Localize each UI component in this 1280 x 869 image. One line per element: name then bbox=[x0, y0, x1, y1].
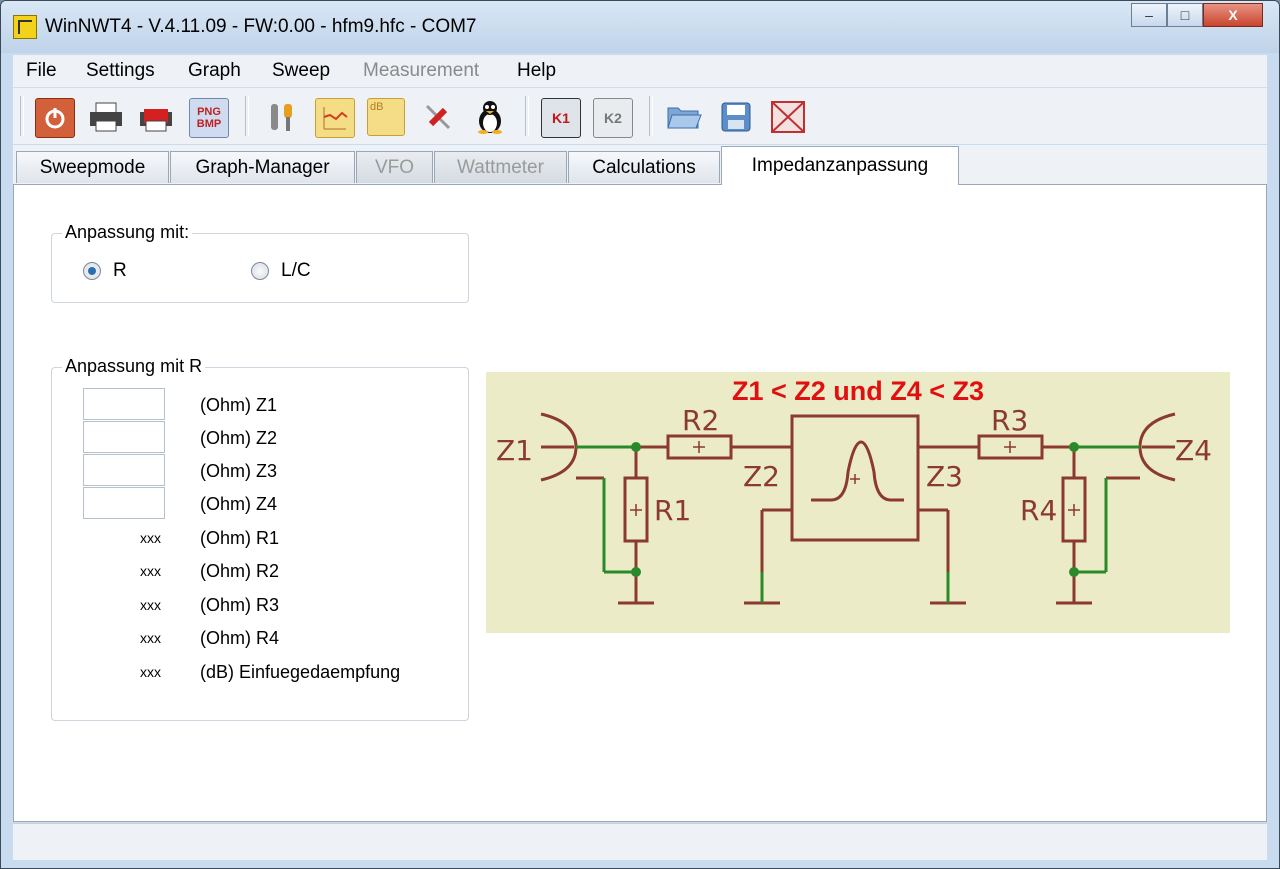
r2-label: (Ohm) R2 bbox=[200, 561, 280, 581]
toolbar-separator bbox=[245, 96, 249, 136]
toolbar-separator bbox=[525, 96, 529, 136]
close-button[interactable]: X bbox=[1203, 3, 1263, 27]
r1-schematic-label: R1 bbox=[654, 494, 691, 527]
window-title: WinNWT4 - V.4.11.09 - FW:0.00 - hfm9.hfc… bbox=[45, 16, 477, 37]
r4-label: (Ohm) R4 bbox=[200, 628, 280, 648]
db-label: dB bbox=[370, 101, 384, 113]
resistor-plus-marks bbox=[630, 441, 1080, 516]
radio-r-label: R bbox=[113, 260, 127, 281]
z1-label: (Ohm) Z1 bbox=[200, 395, 278, 415]
insertion-loss-value: xxx bbox=[140, 664, 161, 680]
r3-schematic-label: R3 bbox=[991, 404, 1028, 437]
r-matching-group: Anpassung mit R (Ohm) Z1 (Ohm) Z2 (Ohm) … bbox=[51, 356, 469, 721]
z2-input[interactable] bbox=[83, 421, 165, 453]
matching-schematic: Z1 < Z2 und Z4 < Z3 Z1 Z2 Z3 Z4 R2 R3 R1… bbox=[486, 372, 1230, 633]
match-mode-title: Anpassung mit: bbox=[62, 222, 193, 243]
r4-schematic-label: R4 bbox=[1020, 494, 1057, 527]
z1-schematic-label: Z1 bbox=[496, 434, 533, 467]
z3-schematic-label: Z3 bbox=[926, 460, 963, 493]
status-bar bbox=[13, 823, 1267, 860]
tab-sweepmode[interactable]: Sweepmode bbox=[16, 151, 169, 183]
menu-sweep[interactable]: Sweep bbox=[272, 60, 330, 82]
schematic-heading: Z1 < Z2 und Z4 < Z3 bbox=[732, 376, 984, 406]
tab-panel-impedanzanpassung: Anpassung mit: R L/C Anpassung mit R (Oh… bbox=[13, 184, 1267, 822]
png-label: PNG bbox=[197, 106, 221, 118]
tab-calculations[interactable]: Calculations bbox=[568, 151, 720, 183]
r2-value: xxx bbox=[140, 563, 161, 579]
bmp-label: BMP bbox=[196, 118, 222, 130]
maximize-button[interactable]: □ bbox=[1167, 3, 1203, 27]
toolbar-separator bbox=[20, 96, 24, 136]
toolbar-separator bbox=[649, 96, 653, 136]
tab-wattmeter[interactable]: Wattmeter bbox=[434, 151, 567, 183]
z1-input[interactable] bbox=[83, 388, 165, 420]
r3-value: xxx bbox=[140, 597, 161, 613]
db-icon[interactable]: dB bbox=[367, 98, 405, 136]
z4-input[interactable] bbox=[83, 487, 165, 519]
z3-input[interactable] bbox=[83, 454, 165, 486]
save-icon[interactable] bbox=[717, 98, 755, 136]
tools-icon[interactable] bbox=[263, 98, 301, 136]
menu-graph[interactable]: Graph bbox=[188, 60, 241, 82]
filter-bandpass-curve bbox=[811, 440, 904, 502]
r3-label: (Ohm) R3 bbox=[200, 595, 280, 615]
r1-value: xxx bbox=[140, 530, 161, 546]
z4-label: (Ohm) Z4 bbox=[200, 494, 278, 514]
printer-icon[interactable] bbox=[87, 98, 125, 136]
radio-r-indicator[interactable] bbox=[83, 262, 101, 280]
png-bmp-icon[interactable]: PNG BMP bbox=[189, 98, 229, 138]
k2-icon[interactable]: K2 bbox=[593, 98, 633, 138]
r2-schematic-label: R2 bbox=[682, 404, 719, 437]
radio-r[interactable]: R bbox=[83, 260, 127, 282]
schematic-drawing: Z1 < Z2 und Z4 < Z3 Z1 Z2 Z3 Z4 R2 R3 R1… bbox=[496, 376, 1212, 605]
graph-icon[interactable] bbox=[315, 98, 355, 138]
radio-lc[interactable]: L/C bbox=[251, 260, 311, 282]
title-bar[interactable]: WinNWT4 - V.4.11.09 - FW:0.00 - hfm9.hfc… bbox=[1, 1, 1279, 53]
radio-lc-label: L/C bbox=[281, 260, 311, 281]
open-folder-icon[interactable] bbox=[665, 98, 703, 136]
tab-bar: Sweepmode Graph-Manager VFO Wattmeter Ca… bbox=[13, 145, 1267, 185]
z2-label: (Ohm) Z2 bbox=[200, 428, 278, 448]
power-icon[interactable] bbox=[35, 98, 75, 138]
r1-label: (Ohm) R1 bbox=[200, 528, 280, 548]
minimize-button[interactable]: – bbox=[1131, 3, 1167, 27]
menu-bar: File Settings Graph Sweep Measurement He… bbox=[13, 55, 1267, 88]
application-window: WinNWT4 - V.4.11.09 - FW:0.00 - hfm9.hfc… bbox=[0, 0, 1280, 869]
toolbar: PNG BMP dB K1 K2 bbox=[13, 88, 1267, 144]
z4-schematic-label: Z4 bbox=[1175, 434, 1212, 467]
r-matching-title: Anpassung mit R bbox=[62, 356, 206, 377]
menu-file[interactable]: File bbox=[26, 60, 57, 82]
r4-value: xxx bbox=[140, 630, 161, 646]
screwdriver-icon[interactable] bbox=[419, 98, 457, 136]
tab-impedanzanpassung[interactable]: Impedanzanpassung bbox=[721, 146, 959, 185]
z3-label: (Ohm) Z3 bbox=[200, 461, 278, 481]
menu-settings[interactable]: Settings bbox=[86, 60, 155, 82]
insertion-loss-label: (dB) Einfuegedaempfung bbox=[200, 662, 401, 682]
menu-help[interactable]: Help bbox=[517, 60, 556, 82]
window-controls: – □ X bbox=[1131, 3, 1263, 27]
k1-label: K1 bbox=[552, 110, 570, 126]
tab-graph-manager[interactable]: Graph-Manager bbox=[170, 151, 355, 183]
menu-measurement[interactable]: Measurement bbox=[363, 60, 479, 82]
app-icon bbox=[13, 15, 37, 39]
k1-icon[interactable]: K1 bbox=[541, 98, 581, 138]
k2-label: K2 bbox=[604, 110, 622, 126]
junction-dots bbox=[631, 442, 1079, 577]
pdf-icon[interactable] bbox=[137, 98, 175, 136]
radio-lc-indicator[interactable] bbox=[251, 262, 269, 280]
calibrate-icon[interactable] bbox=[769, 98, 807, 136]
z2-schematic-label: Z2 bbox=[743, 460, 780, 493]
match-mode-group: Anpassung mit: R L/C bbox=[51, 222, 469, 303]
linux-icon[interactable] bbox=[471, 98, 509, 136]
tab-vfo[interactable]: VFO bbox=[356, 151, 433, 183]
